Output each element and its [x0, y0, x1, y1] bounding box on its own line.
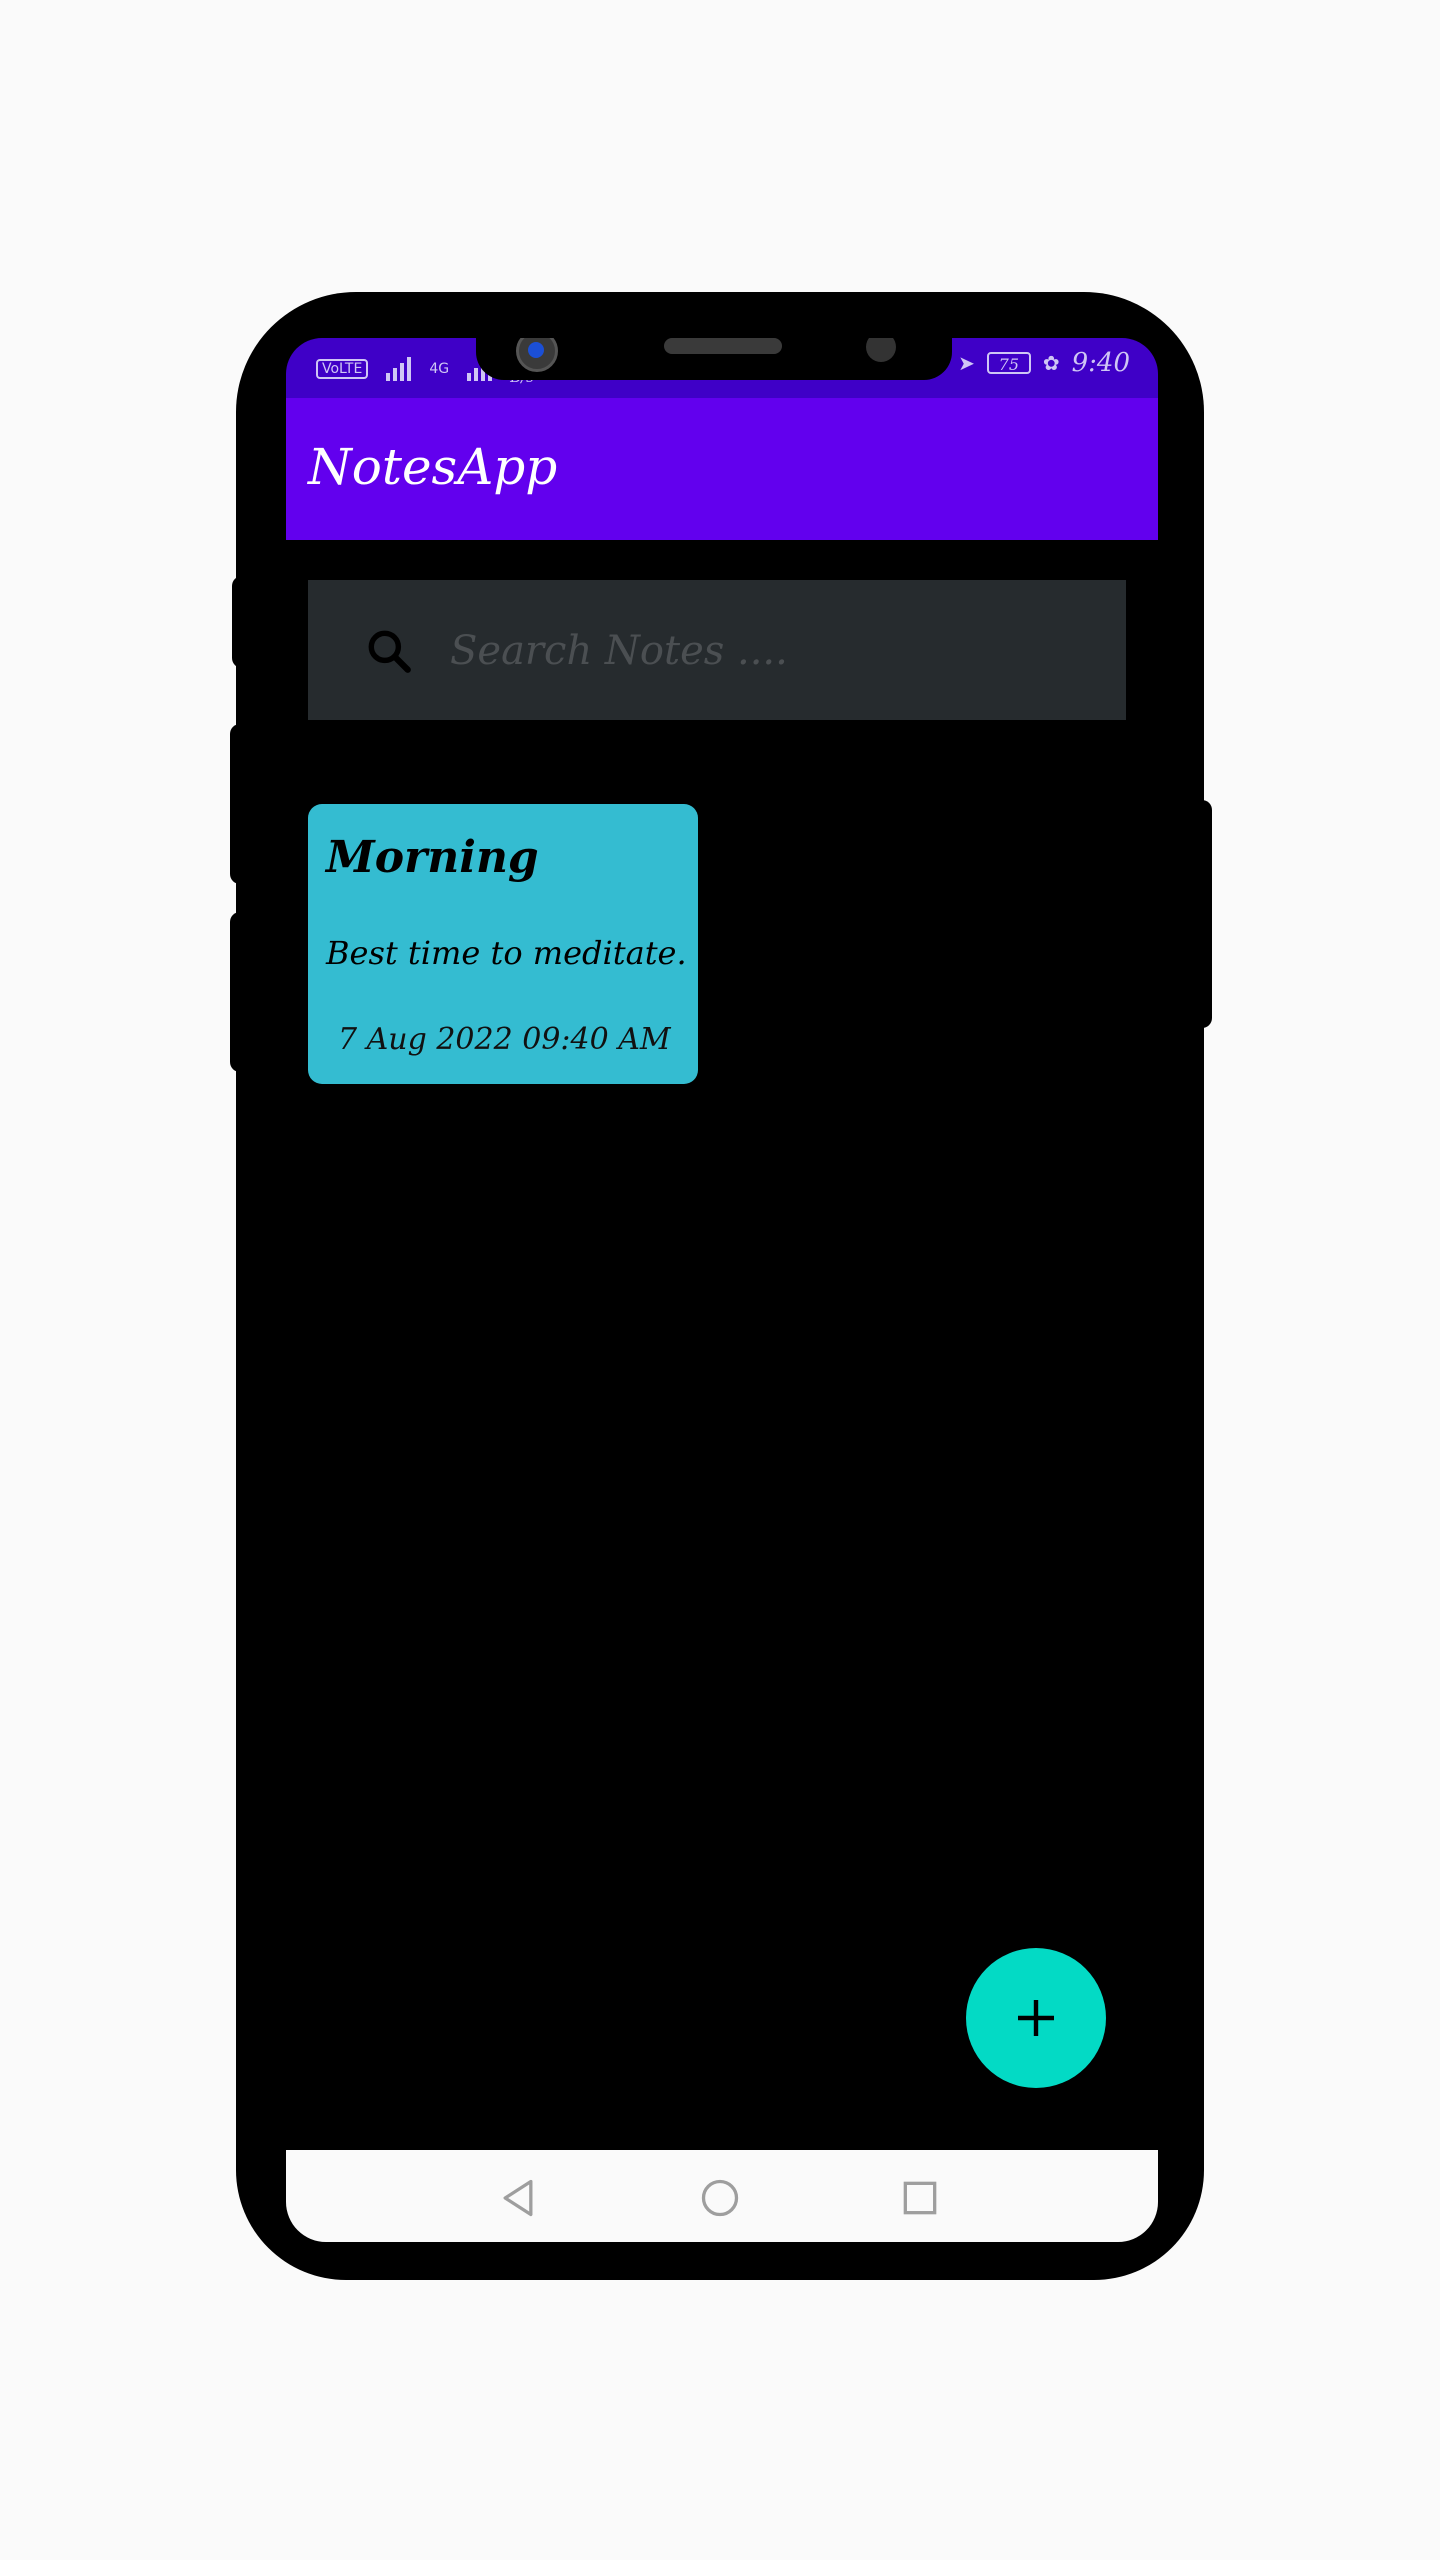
network-type: 4G	[429, 361, 450, 377]
note-body: Best time to meditate.	[326, 934, 687, 972]
power-key	[1190, 800, 1212, 1028]
back-icon[interactable]	[496, 2176, 540, 2220]
recents-icon[interactable]	[898, 2176, 942, 2220]
screen: VoLTE 4G 17 B/s ➤ 75 ✿ 9:40 NotesApp	[286, 338, 1158, 2242]
app-title: NotesApp	[308, 438, 558, 496]
signal-icon	[386, 357, 412, 381]
front-camera-icon	[516, 338, 558, 372]
home-icon[interactable]	[698, 2176, 742, 2220]
volume-key	[232, 576, 254, 668]
volume-down-key	[230, 912, 252, 1072]
note-date: 7 Aug 2022 09:40 AM	[338, 1022, 671, 1057]
note-title: Morning	[326, 832, 539, 883]
battery-indicator: 75	[986, 352, 1031, 374]
wifi-icon: ➤	[958, 351, 975, 375]
note-card[interactable]: Morning Best time to meditate. 7 Aug 202…	[308, 804, 698, 1084]
plus-icon	[1018, 2000, 1054, 2036]
search-input[interactable]	[448, 620, 1092, 682]
search-bar[interactable]	[308, 580, 1126, 720]
navigation-bar	[286, 2150, 1158, 2242]
app-bar: NotesApp	[286, 398, 1158, 540]
proximity-sensor	[866, 338, 896, 362]
add-note-button[interactable]	[966, 1948, 1106, 2088]
volume-up-key	[230, 724, 252, 884]
earpiece-speaker	[664, 338, 782, 354]
search-icon[interactable]	[364, 626, 414, 676]
notch	[476, 338, 952, 380]
volte-indicator: VoLTE	[316, 359, 369, 379]
leaf-icon: ✿	[1042, 351, 1060, 375]
clock: 9:40	[1071, 348, 1130, 378]
